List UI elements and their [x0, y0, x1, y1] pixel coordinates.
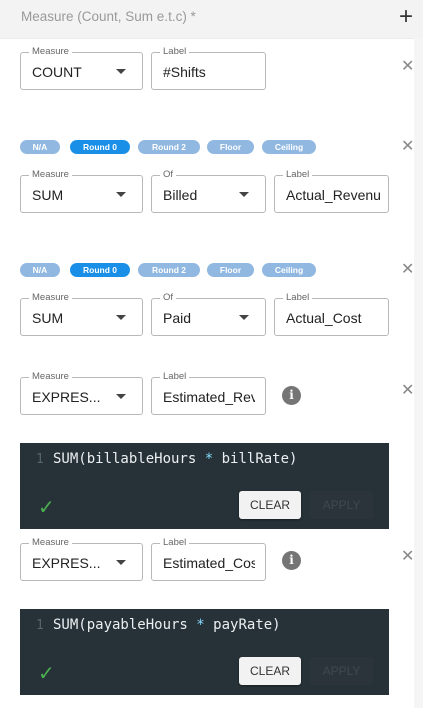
rounding-chip-round2[interactable]: Round 2 [138, 140, 200, 154]
measure-row-count: Measure COUNT Label #Shifts ✕ [0, 38, 414, 98]
expression-code[interactable]: SUM(billableHours * billRate) [53, 451, 297, 467]
chevron-down-icon [116, 560, 126, 565]
apply-button[interactable]: APPLY [310, 491, 373, 519]
label-input[interactable]: Label Actual_Revenu [274, 169, 389, 213]
code-operator: * [204, 451, 214, 467]
clear-button[interactable]: CLEAR [239, 657, 301, 685]
close-icon[interactable]: ✕ [401, 383, 414, 399]
rounding-chip-na[interactable]: N/A [20, 263, 60, 277]
close-icon[interactable]: ✕ [401, 59, 414, 75]
measure-select-label: Measure [29, 371, 72, 383]
label-input-value: Actual_Revenu [286, 187, 381, 203]
measure-header: Measure (Count, Sum e.t.c) * + [0, 0, 423, 39]
line-number: 1 [36, 618, 44, 633]
measure-select-value: COUNT [32, 64, 82, 80]
chevron-down-icon [116, 69, 126, 74]
measure-select-value: SUM [32, 187, 64, 203]
close-icon[interactable]: ✕ [401, 139, 414, 155]
info-icon[interactable]: i [282, 386, 301, 405]
clear-button[interactable]: CLEAR [239, 491, 301, 519]
measure-select[interactable]: Measure EXPRES... [20, 371, 143, 415]
label-input[interactable]: Label Actual_Cost [274, 292, 389, 336]
rounding-chip-round2[interactable]: Round 2 [138, 263, 200, 277]
measure-row-sum-billed: N/A Round 0 Round 2 Floor Ceiling ✕ Meas… [0, 138, 414, 218]
measure-select-value: EXPRES... [32, 389, 101, 405]
label-input[interactable]: Label Estimated_Cos [151, 537, 266, 581]
rounding-chip-ceiling[interactable]: Ceiling [262, 140, 316, 154]
measure-row-sum-paid: N/A Round 0 Round 2 Floor Ceiling ✕ Meas… [0, 261, 414, 341]
rounding-chip-round0[interactable]: Round 0 [70, 263, 130, 277]
chevron-down-icon [239, 315, 249, 320]
label-input[interactable]: Label #Shifts [151, 46, 266, 90]
of-select[interactable]: Of Billed [151, 169, 266, 213]
rounding-chip-floor[interactable]: Floor [207, 263, 254, 277]
expression-editor[interactable]: 1 SUM(payableHours * payRate) ✓ CLEAR AP… [20, 609, 389, 695]
measure-select-value: EXPRES... [32, 555, 101, 571]
chevron-down-icon [116, 315, 126, 320]
chevron-down-icon [239, 192, 249, 197]
measure-row-expression-cost: Measure EXPRES... Label Estimated_Cos i … [0, 532, 414, 697]
measure-select[interactable]: Measure EXPRES... [20, 537, 143, 581]
rounding-chip-floor[interactable]: Floor [207, 140, 254, 154]
measure-select-label: Measure [29, 169, 72, 181]
measure-select-label: Measure [29, 292, 72, 304]
label-input-label: Label [160, 371, 190, 383]
label-input-label: Label [160, 537, 190, 549]
apply-button[interactable]: APPLY [310, 657, 373, 685]
rounding-chip-ceiling[interactable]: Ceiling [262, 263, 316, 277]
label-input-value: #Shifts [163, 64, 206, 80]
rounding-chip-na[interactable]: N/A [20, 140, 60, 154]
of-select[interactable]: Of Paid [151, 292, 266, 336]
chevron-down-icon [116, 394, 126, 399]
close-icon[interactable]: ✕ [401, 262, 414, 278]
check-icon: ✓ [38, 497, 55, 519]
of-select-label: Of [160, 292, 177, 304]
measure-section-title: Measure (Count, Sum e.t.c) * [21, 9, 196, 24]
rounding-chip-round0[interactable]: Round 0 [70, 140, 130, 154]
chevron-down-icon [116, 192, 126, 197]
close-icon[interactable]: ✕ [401, 549, 414, 565]
of-select-label: Of [160, 169, 177, 181]
label-input-value: Actual_Cost [286, 310, 362, 326]
check-icon: ✓ [38, 663, 55, 685]
label-input-label: Label [283, 169, 313, 181]
of-select-value: Paid [163, 310, 192, 326]
label-input-value: Estimated_Rev [163, 389, 255, 405]
label-input[interactable]: Label Estimated_Rev [151, 371, 266, 415]
label-input-label: Label [283, 292, 313, 304]
info-icon[interactable]: i [282, 551, 301, 570]
plus-icon[interactable]: + [399, 3, 413, 31]
measure-select-label: Measure [29, 46, 72, 58]
measure-select[interactable]: Measure COUNT [20, 46, 143, 90]
measure-row-expression-rev: Measure EXPRES... Label Estimated_Rev i … [0, 366, 414, 530]
of-select-value: Billed [163, 187, 198, 203]
expression-editor[interactable]: 1 SUM(billableHours * billRate) ✓ CLEAR … [20, 443, 389, 529]
label-input-value: Estimated_Cos [163, 555, 255, 571]
measure-select-value: SUM [32, 310, 64, 326]
line-number: 1 [36, 452, 44, 467]
code-rest: payRate) [213, 617, 281, 633]
measure-select[interactable]: Measure SUM [20, 292, 143, 336]
code-operator: * [196, 617, 205, 633]
code-rest: billRate) [221, 451, 298, 467]
measure-select-label: Measure [29, 537, 72, 549]
measure-select[interactable]: Measure SUM [20, 169, 143, 213]
code-func: SUM(payableHours [53, 617, 188, 633]
label-input-label: Label [160, 46, 190, 58]
code-func: SUM(billableHours [53, 451, 197, 467]
scrollbar-track[interactable] [414, 38, 423, 708]
expression-code[interactable]: SUM(payableHours * payRate) [53, 617, 281, 633]
